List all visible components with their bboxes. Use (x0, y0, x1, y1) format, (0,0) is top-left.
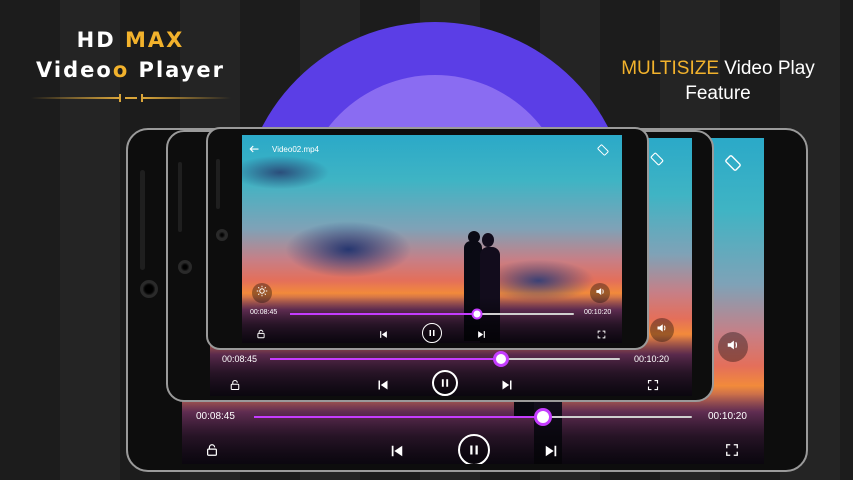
lock-open-icon (205, 443, 219, 457)
seek-bar[interactable] (270, 354, 620, 364)
rotate-screen-icon (596, 143, 610, 157)
pause-icon (428, 329, 436, 337)
fullscreen-button[interactable] (594, 327, 608, 341)
back-button[interactable] (246, 141, 262, 157)
pause-icon (468, 444, 480, 456)
previous-button[interactable] (376, 327, 390, 341)
previous-button[interactable] (386, 440, 408, 462)
lock-button[interactable] (254, 327, 268, 341)
next-button[interactable] (498, 376, 516, 394)
skip-previous-icon (379, 330, 388, 339)
skip-next-icon (477, 330, 486, 339)
total-time: 00:10:20 (634, 354, 670, 364)
phone-camera (178, 260, 192, 274)
brand-logo: HD MAX Videoo Player (28, 28, 233, 102)
fullscreen-icon (725, 443, 739, 457)
phone-camera (216, 229, 228, 241)
seek-bar[interactable] (254, 411, 692, 423)
volume-button[interactable] (718, 332, 748, 362)
phone-camera (140, 280, 158, 298)
video-title: Video02.mp4 (272, 145, 319, 154)
skip-previous-icon (377, 379, 389, 391)
phone-small: Video02.mp4 00:08:45 00:10:20 (206, 127, 649, 350)
fullscreen-button[interactable] (644, 376, 662, 394)
fullscreen-icon (597, 330, 606, 339)
current-time: 00:08:45 (250, 309, 278, 316)
lock-button[interactable] (202, 440, 222, 460)
total-time: 00:10:20 (708, 411, 747, 422)
previous-button[interactable] (374, 376, 392, 394)
rotate-button[interactable] (720, 150, 746, 176)
brand-title-line1: HD MAX (76, 28, 185, 52)
rotate-button[interactable] (594, 141, 612, 159)
rotate-screen-icon (649, 151, 665, 167)
total-time: 00:10:20 (584, 309, 612, 316)
pause-icon (440, 378, 450, 388)
fullscreen-icon (647, 379, 659, 391)
seek-knob[interactable] (473, 310, 481, 318)
brand-divider-ornament (30, 94, 231, 102)
arrow-left-icon (248, 143, 260, 155)
skip-next-icon (544, 444, 558, 458)
current-time: 00:08:45 (222, 354, 258, 364)
pause-button[interactable] (432, 370, 458, 396)
pause-button[interactable] (458, 434, 490, 464)
rotate-button[interactable] (646, 148, 668, 170)
lock-button[interactable] (226, 376, 244, 394)
skip-previous-icon (390, 444, 404, 458)
seek-knob[interactable] (537, 411, 550, 423)
next-button[interactable] (474, 327, 488, 341)
seek-bar[interactable] (290, 310, 574, 318)
rotate-screen-icon (723, 153, 743, 173)
current-time: 00:08:45 (196, 411, 235, 422)
pause-button[interactable] (422, 323, 442, 343)
next-button[interactable] (540, 440, 562, 462)
lock-open-icon (256, 329, 266, 339)
brand-title-line2: Videoo Player (36, 58, 225, 82)
lock-open-icon (229, 379, 241, 391)
feature-headline: MULTISIZE Video Play Feature (621, 58, 815, 104)
skip-next-icon (501, 379, 513, 391)
video-screen-small[interactable]: Video02.mp4 00:08:45 00:10:20 (242, 135, 622, 343)
seek-knob[interactable] (496, 354, 506, 364)
fullscreen-button[interactable] (722, 440, 742, 460)
volume-icon (726, 338, 740, 357)
